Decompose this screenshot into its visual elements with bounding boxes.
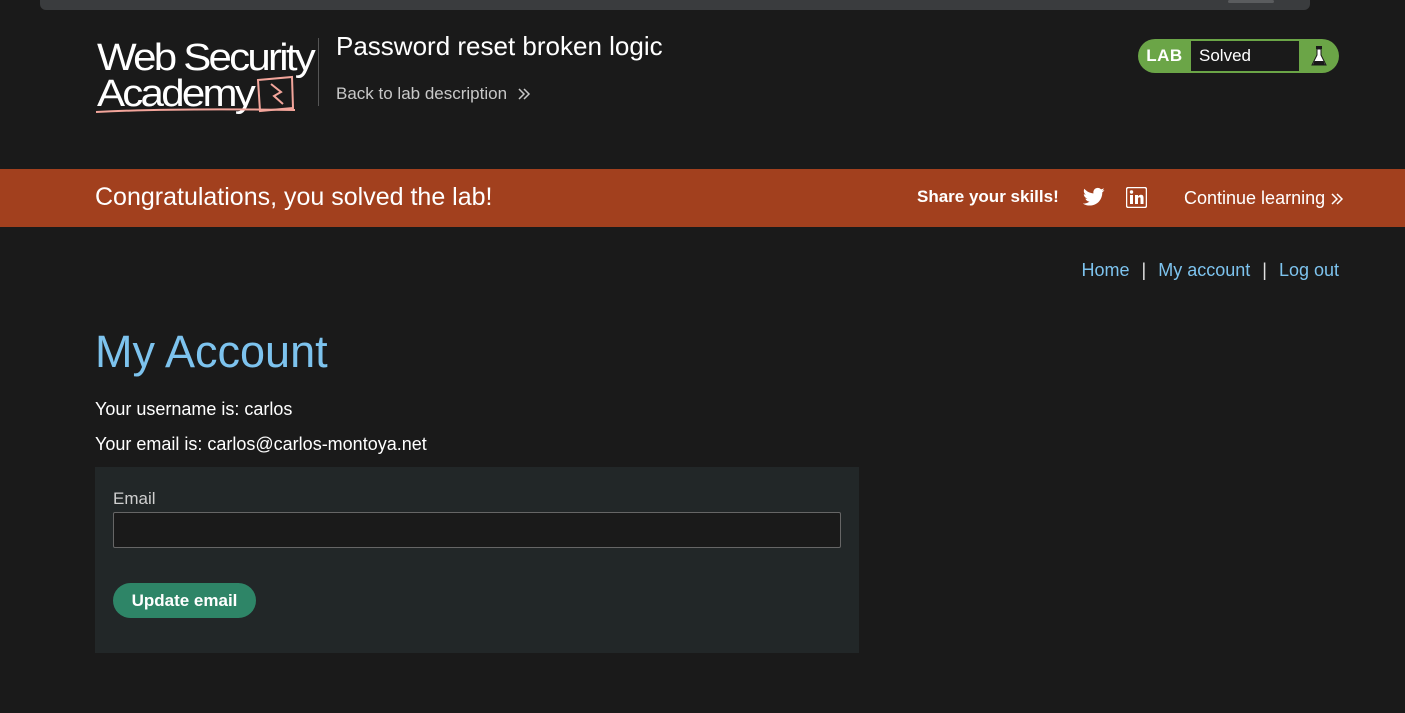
username-info: Your username is: carlos (95, 399, 293, 419)
lab-header: Web Security Academy Password reset brok… (0, 12, 1405, 169)
address-bar[interactable] (40, 0, 1310, 10)
nav-separator: | (1141, 260, 1147, 280)
browser-address-strip (0, 0, 1405, 12)
update-email-button[interactable]: Update email (113, 583, 256, 618)
back-to-lab-description-link[interactable]: Back to lab description (336, 84, 531, 104)
lab-status-value: Solved (1191, 41, 1299, 71)
nav-separator: | (1262, 260, 1267, 280)
double-chevron-right-icon (1331, 192, 1344, 205)
back-link-label: Back to lab description (336, 84, 508, 103)
solved-banner: Congratulations, you solved the lab! Sha… (0, 169, 1405, 227)
flask-icon (1299, 39, 1339, 73)
page-title: My Account (95, 326, 328, 377)
account-nav: Home | My account | Log out (1082, 260, 1340, 281)
double-chevron-right-icon (518, 88, 531, 100)
nav-home-link[interactable]: Home (1082, 260, 1130, 281)
email-info: Your email is: carlos@carlos-montoya.net (95, 434, 427, 454)
email-field-label: Email (113, 489, 156, 508)
lab-status-tag: LAB (1146, 46, 1183, 65)
lab-title: Password reset broken logic (336, 31, 663, 61)
share-skills-label: Share your skills! (917, 187, 1059, 206)
nav-log-out-link[interactable]: Log out (1279, 260, 1339, 281)
change-email-form: Email Update email (95, 467, 859, 653)
address-bar-button[interactable] (1228, 0, 1274, 3)
nav-my-account-link[interactable]: My account (1158, 260, 1250, 281)
linkedin-icon[interactable] (1126, 187, 1147, 208)
logo-divider (318, 38, 319, 106)
congratulations-message: Congratulations, you solved the lab! (95, 183, 493, 211)
twitter-icon[interactable] (1083, 187, 1105, 207)
web-security-academy-logo[interactable]: Web Security Academy (95, 36, 317, 116)
email-field[interactable] (113, 512, 841, 548)
continue-learning-label: Continue learning (1184, 188, 1326, 208)
lab-status-widget: LAB Solved (1138, 39, 1339, 73)
continue-learning-link[interactable]: Continue learning (1184, 188, 1344, 209)
